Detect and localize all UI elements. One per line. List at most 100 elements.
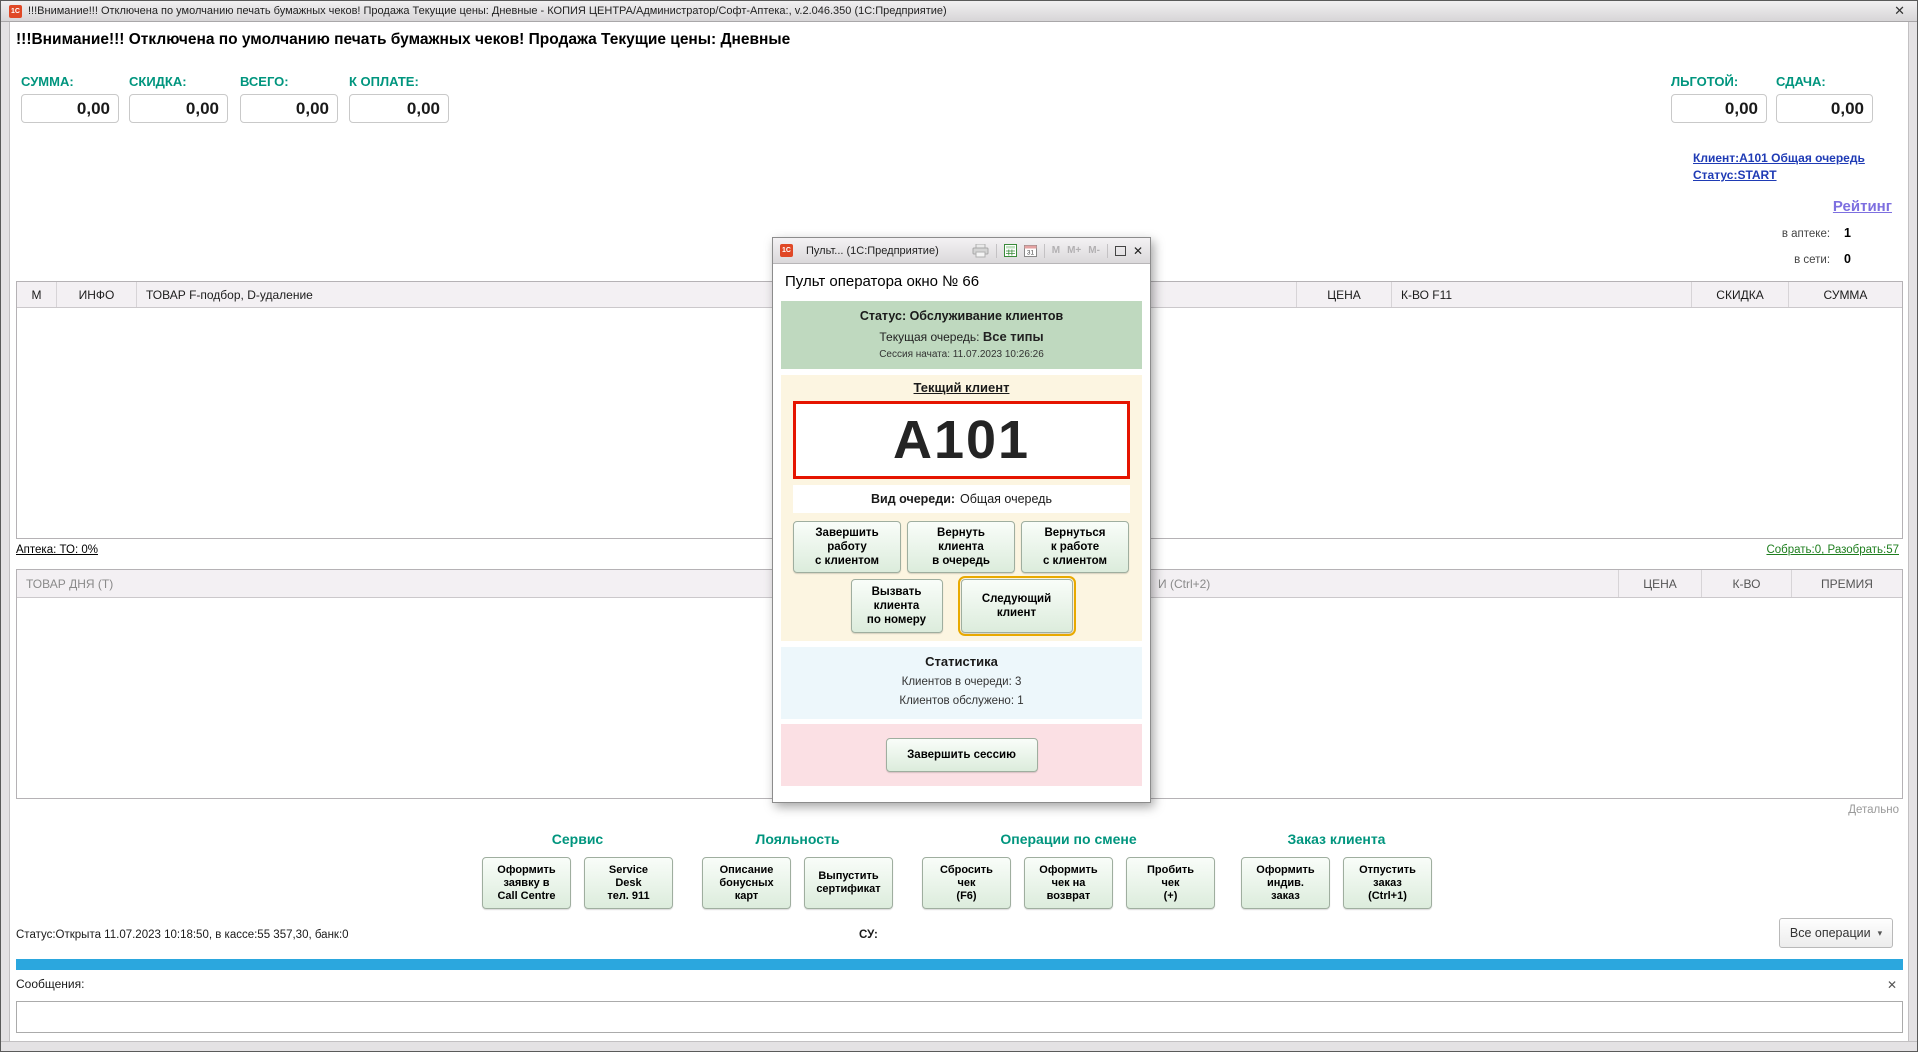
memory-m-button[interactable]: M bbox=[1052, 245, 1060, 256]
messages-close-icon[interactable]: ✕ bbox=[1887, 978, 1897, 992]
call-centre-request-button[interactable]: Оформить заявку в Call Centre bbox=[482, 857, 571, 909]
return-receipt-button[interactable]: Оформить чек на возврат bbox=[1024, 857, 1113, 909]
statistics-title: Статистика bbox=[781, 654, 1142, 669]
rating-link[interactable]: Рейтинг bbox=[1833, 198, 1892, 215]
individual-order-button[interactable]: Оформить индив. заказ bbox=[1241, 857, 1330, 909]
dialog-maximize-icon[interactable] bbox=[1115, 246, 1126, 256]
total-skidka-value: 0,00 bbox=[129, 94, 228, 123]
blue-separator-bar bbox=[16, 959, 1903, 970]
in-network-counter: в сети: 0 bbox=[1794, 252, 1851, 266]
session-label: Сессия начата: bbox=[879, 349, 950, 360]
col-header-qty[interactable]: К-ВО F11 bbox=[1392, 282, 1692, 307]
toolbar-separator bbox=[996, 244, 997, 258]
print-icon[interactable] bbox=[972, 244, 989, 258]
dialog-close-icon[interactable]: ✕ bbox=[1133, 244, 1143, 258]
client-action-row: Завершить работу с клиентом Вернуть клие… bbox=[793, 521, 1130, 573]
shift-operation-buttons: Сбросить чек (F6) Оформить чек на возвра… bbox=[922, 857, 1215, 909]
section-title-service: Сервис bbox=[482, 831, 673, 847]
total-summa-value: 0,00 bbox=[21, 94, 119, 123]
in-pharmacy-counter: в аптеке: 1 bbox=[1782, 226, 1851, 240]
dialog-session-box: Завершить сессию bbox=[781, 724, 1142, 786]
col-header-m[interactable]: М bbox=[17, 282, 57, 307]
reset-receipt-button[interactable]: Сбросить чек (F6) bbox=[922, 857, 1011, 909]
queue-kind-value: Общая очередь bbox=[960, 492, 1052, 506]
dialog-1c-logo-icon: 1С bbox=[780, 244, 793, 257]
dialog-title: Пульт... (1С:Предприятие) bbox=[806, 245, 939, 257]
return-client-to-queue-button[interactable]: Вернуть клиента в очередь bbox=[907, 521, 1015, 573]
chevron-down-icon: ▾ bbox=[1878, 928, 1883, 939]
all-operations-label: Все операции bbox=[1790, 926, 1871, 940]
cash-status-text: Статус:Открыта 11.07.2023 10:18:50, в ка… bbox=[16, 929, 349, 941]
window-frame-bottom bbox=[1, 1041, 1917, 1051]
service-desk-button[interactable]: Service Desk тел. 911 bbox=[584, 857, 673, 909]
return-to-client-work-button[interactable]: Вернуться к работе с клиентом bbox=[1021, 521, 1129, 573]
window-frame-right bbox=[1908, 22, 1917, 1051]
window-close-icon[interactable]: ✕ bbox=[1890, 3, 1909, 19]
client-order-buttons: Оформить индив. заказ Отпустить заказ (C… bbox=[1241, 857, 1432, 909]
client-number-display: A101 bbox=[793, 401, 1130, 479]
main-window: 1С !!!Внимание!!! Отключена по умолчанию… bbox=[0, 0, 1918, 1052]
dialog-titlebar: 1С Пульт... (1С:Предприятие) 31 bbox=[773, 238, 1150, 264]
section-title-shift-operations: Операции по смене bbox=[922, 831, 1215, 847]
memory-m-minus-button[interactable]: M- bbox=[1088, 245, 1100, 256]
dialog-status-line: Статус: Обслуживание клиентов bbox=[785, 309, 1138, 323]
finish-client-work-button[interactable]: Завершить работу с клиентом bbox=[793, 521, 901, 573]
in-pharmacy-label: в аптеке: bbox=[1782, 228, 1830, 240]
messages-label: Сообщения: bbox=[16, 977, 84, 991]
total-skidka: СКИДКА: 0,00 bbox=[129, 74, 228, 123]
queue-label: Текущая очередь: bbox=[879, 330, 979, 344]
punch-receipt-button[interactable]: Пробить чек (+) bbox=[1126, 857, 1215, 909]
warning-banner: !!!Внимание!!! Отключена по умолчанию пе… bbox=[16, 31, 790, 49]
in-network-label: в сети: bbox=[1794, 254, 1830, 266]
dialog-statistics-box: Статистика Клиентов в очереди: 3 Клиенто… bbox=[781, 647, 1142, 719]
clients-in-queue-line: Клиентов в очереди: 3 bbox=[781, 676, 1142, 688]
toolbar-separator bbox=[1107, 244, 1108, 258]
detail-label[interactable]: Детально bbox=[1848, 804, 1899, 816]
total-koplate: К ОПЛАТЕ: 0,00 bbox=[349, 74, 449, 123]
total-summa-label: СУММА: bbox=[21, 74, 119, 90]
col-header-price[interactable]: ЦЕНА bbox=[1297, 282, 1392, 307]
release-order-button[interactable]: Отпустить заказ (Ctrl+1) bbox=[1343, 857, 1432, 909]
client-link-block: Клиент:A101 Общая очередь Статус:START bbox=[1693, 150, 1865, 184]
dialog-current-client-box: Текщий клиент A101 Вид очереди: Общая оч… bbox=[781, 375, 1142, 641]
col-header-day-price[interactable]: ЦЕНА bbox=[1619, 570, 1702, 597]
service-buttons: Оформить заявку в Call Centre Service De… bbox=[482, 857, 673, 909]
queue-kind-line: Вид очереди: Общая очередь bbox=[793, 485, 1130, 513]
calculator-icon[interactable] bbox=[1004, 244, 1017, 257]
col-header-actions[interactable]: И (Ctrl+2) bbox=[1149, 570, 1619, 597]
dialog-queue-line: Текущая очередь: Все типы bbox=[785, 329, 1138, 344]
client-queue-link[interactable]: Клиент:A101 Общая очередь bbox=[1693, 150, 1865, 167]
clients-served-line: Клиентов обслужено: 1 bbox=[781, 695, 1142, 707]
total-sdacha-value: 0,00 bbox=[1776, 94, 1873, 123]
col-header-discount[interactable]: СКИДКА bbox=[1692, 282, 1789, 307]
messages-input[interactable] bbox=[16, 1001, 1903, 1033]
assemble-disassemble-link[interactable]: Собрать:0, Разобрать:57 bbox=[1766, 544, 1899, 556]
in-pharmacy-value: 1 bbox=[1844, 226, 1851, 240]
calendar-icon[interactable]: 31 bbox=[1024, 244, 1037, 257]
client-status-link[interactable]: Статус:START bbox=[1693, 167, 1865, 184]
dialog-toolbar: 31 M M+ M- ✕ bbox=[972, 244, 1143, 258]
section-title-loyalty: Лояльность bbox=[702, 831, 893, 847]
col-header-day-qty[interactable]: К-ВО bbox=[1702, 570, 1792, 597]
next-client-button[interactable]: Следующий клиент bbox=[961, 579, 1073, 633]
col-header-info[interactable]: ИНФО bbox=[57, 282, 137, 307]
issue-certificate-button[interactable]: Выпустить сертификат bbox=[804, 857, 893, 909]
total-lgotoy-label: ЛЬГОТОЙ: bbox=[1671, 74, 1767, 90]
queue-value: Все типы bbox=[983, 329, 1044, 344]
col-header-sum[interactable]: СУММА bbox=[1789, 282, 1902, 307]
call-client-by-number-button[interactable]: Вызвать клиента по номеру bbox=[851, 579, 943, 633]
pharmacy-to-link[interactable]: Аптека: ТО: 0% bbox=[16, 544, 98, 556]
total-koplate-label: К ОПЛАТЕ: bbox=[349, 74, 449, 90]
section-title-client-order: Заказ клиента bbox=[1241, 831, 1432, 847]
loyalty-buttons: Описание бонусных карт Выпустить сертифи… bbox=[702, 857, 893, 909]
operator-dialog: 1С Пульт... (1С:Предприятие) 31 bbox=[772, 237, 1151, 803]
memory-m-plus-button[interactable]: M+ bbox=[1067, 245, 1081, 256]
bonus-cards-info-button[interactable]: Описание бонусных карт bbox=[702, 857, 791, 909]
end-session-button[interactable]: Завершить сессию bbox=[886, 738, 1038, 772]
svg-text:31: 31 bbox=[1027, 250, 1035, 257]
client-call-row: Вызвать клиента по номеру Следующий клие… bbox=[793, 579, 1130, 633]
col-header-premium[interactable]: ПРЕМИЯ bbox=[1792, 570, 1902, 597]
all-operations-button[interactable]: Все операции ▾ bbox=[1779, 918, 1893, 948]
total-vsego: ВСЕГО: 0,00 bbox=[240, 74, 338, 123]
queue-kind-label: Вид очереди: bbox=[871, 492, 955, 506]
